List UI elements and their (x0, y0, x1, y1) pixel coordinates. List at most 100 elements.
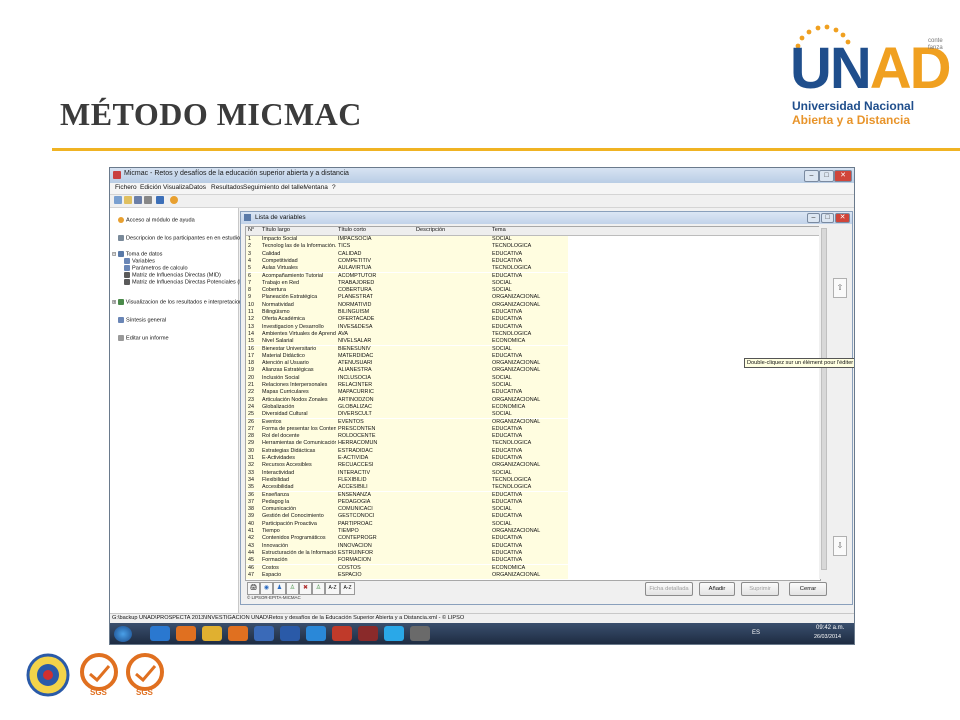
table-row[interactable]: 34 Flexibilidad FLEXIBILID TECNOLÓGICA (246, 476, 820, 485)
col-header-number[interactable]: N° (248, 227, 254, 233)
word-icon[interactable] (280, 626, 300, 641)
tree-item-midp[interactable]: Matriz de Influencias Directas Potencial… (124, 279, 244, 285)
table-row[interactable]: 47 Espacio ESPACIO ORGANIZACIONAL (246, 571, 820, 580)
table-row[interactable]: 6 Acompañamiento Tutorial ACOMPTUTOR EDUCAT… (246, 272, 820, 280)
scroll-track[interactable] (821, 228, 827, 570)
maximize-button[interactable]: □ (819, 170, 834, 182)
col-header-theme[interactable]: Tema (492, 227, 506, 233)
close-button[interactable]: ✕ (834, 170, 852, 182)
table-row[interactable]: 27 Forma de presentar los Conten... PRESCO… (246, 425, 820, 434)
table-row[interactable]: 12 Oferta Académica OFERTACADE EDUCATIVA (246, 316, 820, 324)
menu-item[interactable]: Ventana (304, 184, 328, 191)
list-minimize-button[interactable]: – (807, 213, 820, 223)
vertical-scrollbar[interactable]: ⇧ ⇩ (819, 226, 849, 579)
list-close-button[interactable]: ✕ (835, 213, 850, 223)
pdf-icon[interactable] (358, 626, 378, 641)
export-icon[interactable] (156, 196, 164, 204)
add-button[interactable]: Añadir (699, 582, 735, 596)
table-row[interactable]: 26 Eventos EVENTOS ORGANIZACIONAL (246, 418, 820, 426)
menu-item[interactable]: Seguimiento del taller (243, 184, 306, 191)
filter-icon[interactable]: ♙ (312, 582, 325, 595)
table-row[interactable]: 30 Estrategias Didácticas ESTRADIDAC EDUCAT… (246, 447, 820, 455)
clock-date[interactable]: 26/03/2014 (814, 634, 841, 640)
menu-item[interactable]: Fichero (115, 184, 137, 191)
table-row[interactable]: 36 Enseñanza ENSEÑANZA EDUCATIVA (246, 491, 820, 499)
table-row[interactable]: 29 Herramientas de Comunicación HERRACOMUN… (246, 440, 820, 448)
scroll-down-icon[interactable]: ⇩ (833, 536, 847, 556)
globe-icon[interactable]: ◉ (260, 582, 273, 595)
table-row[interactable]: 28 Rol del docente ROLDOCENTE EDUCATIVA (246, 433, 820, 441)
table-row[interactable]: 43 Innovación INNOVACION EDUCATIVA (246, 542, 820, 550)
table-row[interactable]: 24 Globalización GLOBALIZAC ECONÓMICA (246, 403, 820, 412)
table-row[interactable]: 3 Calidad CALIDAD EDUCATIVA (246, 250, 820, 258)
tree-item-mid[interactable]: Matriz de Influencias Directas (MID) (124, 272, 221, 278)
table-row[interactable]: 23 Articulación Nodos Zonales ARTINODZON OR… (246, 396, 820, 404)
table-row[interactable]: 45 Formación FORMACION EDUCATIVA (246, 557, 820, 565)
table-row[interactable]: 33 Interactividad INTERACTIV SOCIAL (246, 469, 820, 477)
table-row[interactable]: 15 Nivel Salarial NIVELSALAR ECONÓMICA (246, 338, 820, 346)
move-icon[interactable]: ♟ (273, 582, 286, 595)
save-icon[interactable] (134, 196, 142, 204)
col-header-short-title[interactable]: Título corto (338, 227, 366, 233)
table-row[interactable]: 21 Relaciones Interpersonales RELACINTER SO… (246, 382, 820, 390)
col-header-long-title[interactable]: Título largo (262, 227, 290, 233)
table-row[interactable]: 32 Recursos Accesibles RECUACCESI ORGANIZAC… (246, 462, 820, 470)
powerpoint-icon[interactable] (332, 626, 352, 641)
table-row[interactable]: 22 Mapas Curriculares MAPACURRIC EDUCATIVA (246, 389, 820, 397)
table-row[interactable]: 46 Costos COSTOS ECONÓMICA (246, 564, 820, 572)
menu-item[interactable]: Visualiza (163, 184, 189, 191)
table-row[interactable]: 2 Tecnolog las de la Información... TICS TE… (246, 243, 820, 251)
tree-item-summary[interactable]: Síntesis general (118, 317, 166, 323)
menu-item[interactable]: Resultados (211, 184, 244, 191)
open-icon[interactable] (124, 196, 132, 204)
table-row[interactable]: 16 Bienestar Universitario BIENESUNIV SOCIA… (246, 345, 820, 353)
table-row[interactable]: 10 Normatividad NORMATIVID ORGANIZACIONAL (246, 301, 820, 309)
menu-item[interactable]: ? (332, 184, 336, 191)
menu-item[interactable]: Edición (140, 184, 161, 191)
sort-az-button[interactable]: A-Z (325, 582, 340, 595)
table-row[interactable]: 8 Cobertura COBERTURA SOCIAL (246, 287, 820, 295)
start-button-icon[interactable] (114, 626, 132, 642)
print-icon[interactable] (144, 196, 152, 204)
media-player-icon[interactable] (228, 626, 248, 641)
tree-item-params[interactable]: Parámetros de calculo (124, 265, 188, 271)
table-row[interactable]: 13 Investigacion y Desarrollo INVES&DESA ED… (246, 323, 820, 331)
table-row[interactable]: 42 Contenidos Programáticos CONTEPROGR EDUC… (246, 535, 820, 543)
table-row[interactable]: 9 Planeación Estratégica PLANESTRAT ORGANIZ… (246, 294, 820, 302)
ie-icon[interactable] (150, 626, 170, 641)
table-row[interactable]: 18 Atención al Usuario ATENUSUARI ORGANIZAC… (246, 360, 820, 368)
ie2-icon[interactable] (306, 626, 326, 641)
table-row[interactable]: 11 Bilingüismo BILINGÜISM EDUCATIVA (246, 309, 820, 317)
delete-button[interactable]: Suprimir (741, 582, 779, 596)
table-row[interactable]: 44 Estructuración de la Información ESTRUI… (246, 549, 820, 558)
calculator-icon[interactable] (410, 626, 430, 641)
table-row[interactable]: 37 Pedagog la PEDAGOGIA EDUCATIVA (246, 498, 820, 507)
print-icon[interactable]: 🖨 (247, 582, 260, 595)
table-row[interactable]: 20 Inclusión Social INCLUSOCIA SOCIAL (246, 374, 820, 382)
table-row[interactable]: 31 E-Actividades E-ACTIVIDA EDUCATIVA (246, 455, 820, 463)
table-row[interactable]: 7 Trabajo en Red TRABAJORED SOCIAL (246, 279, 820, 288)
language-indicator[interactable]: ES (752, 630, 760, 636)
table-row[interactable]: 41 Tiempo TIEMPO ORGANIZACIONAL (246, 528, 820, 536)
new-icon[interactable] (114, 196, 122, 204)
table-row[interactable]: 39 Gestión del Conocimiento GESTCONOCI EDUC… (246, 513, 820, 521)
table-row[interactable]: 17 Material Didáctico MATERDIDAC EDUCATIVA (246, 352, 820, 361)
table-row[interactable]: 19 Alianzas Estratégicas ALIANESTRA ORGANIZ… (246, 367, 820, 375)
clock-time[interactable]: 09:42 a.m. (816, 625, 844, 631)
micmac-task-icon[interactable] (254, 626, 274, 641)
table-row[interactable]: 4 Competitividad COMPETITIV EDUCATIVA (246, 257, 820, 266)
table-row[interactable]: 35 Accesibilidad ACCESIBILI TECNOLÓGICA (246, 484, 820, 492)
skype-icon[interactable] (384, 626, 404, 641)
delete-person-icon[interactable]: ✖ (299, 582, 312, 595)
minimize-button[interactable]: – (804, 170, 819, 182)
table-row[interactable]: 1 Impacto Social IMPACSOCIA SOCIAL (246, 236, 820, 244)
table-row[interactable]: 5 Aulas Virtuales AULAVIRTUA TECNOLÓGICA (246, 265, 820, 273)
list-maximize-button[interactable]: □ (821, 213, 834, 223)
firefox-icon[interactable] (176, 626, 196, 641)
sort-za-button[interactable]: A-Z (340, 582, 355, 595)
menu-item[interactable]: Datos (189, 184, 206, 191)
help-icon[interactable] (170, 196, 178, 204)
tree-horizontal-scrollbar[interactable] (110, 644, 238, 645)
table-row[interactable]: 25 Diversidad Cultural DIVERSCULT SOCIAL (246, 411, 820, 419)
tree-item-participants[interactable]: Descripcion de los participantes en en e… (118, 235, 240, 241)
